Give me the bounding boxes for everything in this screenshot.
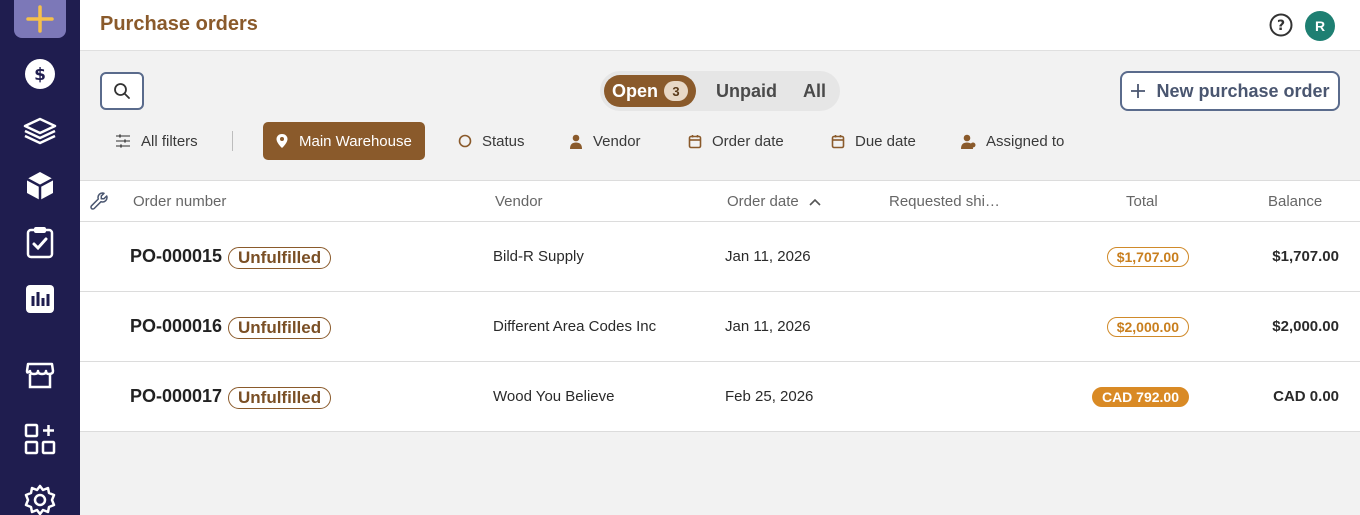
- filter-location[interactable]: Main Warehouse: [263, 122, 425, 160]
- filter-due-date-label: Due date: [855, 132, 916, 150]
- filter-location-label: Main Warehouse: [299, 132, 412, 150]
- column-order-number[interactable]: Order number: [133, 193, 226, 210]
- clipboard-check-icon: [26, 227, 54, 259]
- page-title: Purchase orders: [100, 13, 258, 35]
- table-header: Order number Vendor Order date Requested…: [80, 180, 1360, 222]
- avatar[interactable]: R: [1305, 11, 1335, 41]
- sidebar-item-tasks[interactable]: [14, 222, 66, 262]
- sidebar-item-reports[interactable]: [14, 279, 66, 319]
- svg-text:$: $: [34, 65, 46, 85]
- dollar-icon: $: [25, 59, 55, 89]
- table-row[interactable]: PO-000016 Unfulfilled Different Area Cod…: [80, 292, 1360, 362]
- column-vendor[interactable]: Vendor: [495, 193, 543, 210]
- filter-divider: [232, 131, 233, 151]
- tab-open-count: 3: [664, 81, 688, 101]
- total-badge: $1,707.00: [1106, 247, 1189, 267]
- tab-open[interactable]: Open 3: [604, 75, 696, 107]
- add-button[interactable]: [14, 0, 66, 38]
- status-badge: Unfulfilled: [228, 247, 332, 269]
- top-bar: Purchase orders ? R: [80, 0, 1360, 51]
- all-filters-button[interactable]: All filters: [115, 122, 198, 160]
- new-purchase-order-label: New purchase order: [1156, 80, 1330, 101]
- calendar-icon: [688, 134, 702, 148]
- order-status-tabs: Open 3 Unpaid All: [600, 71, 840, 111]
- purchase-orders-table: Order number Vendor Order date Requested…: [80, 180, 1360, 432]
- box-icon: [26, 172, 54, 200]
- search-button[interactable]: [100, 72, 144, 110]
- order-date: Feb 25, 2026: [725, 388, 814, 405]
- filter-vendor-label: Vendor: [593, 132, 641, 150]
- all-filters-label: All filters: [141, 132, 198, 150]
- order-number[interactable]: PO-000015: [130, 246, 222, 267]
- order-number[interactable]: PO-000017: [130, 386, 222, 407]
- person-icon: [570, 134, 582, 149]
- filter-order-date[interactable]: Order date: [688, 122, 784, 160]
- sort-ascending-icon[interactable]: [809, 198, 821, 206]
- column-requested-ship[interactable]: Requested shi…: [889, 193, 1000, 210]
- svg-text:?: ?: [1277, 18, 1285, 34]
- bar-chart-icon: [26, 285, 54, 313]
- total-badge: CAD 792.00: [1091, 387, 1189, 407]
- apps-add-icon: [24, 423, 56, 455]
- sidebar-item-settings[interactable]: [14, 480, 66, 515]
- filter-due-date[interactable]: Due date: [831, 122, 916, 160]
- column-total[interactable]: Total: [1126, 193, 1158, 210]
- plus-icon: [1131, 84, 1146, 98]
- sidebar-item-apps[interactable]: [14, 419, 66, 459]
- status-badge: Unfulfilled: [228, 387, 332, 409]
- wrench-icon[interactable]: [89, 191, 109, 211]
- add-icon: [26, 5, 54, 33]
- table-row[interactable]: PO-000017 Unfulfilled Wood You Believe F…: [80, 362, 1360, 432]
- vendor-name: Wood You Believe: [493, 388, 615, 405]
- tab-unpaid[interactable]: Unpaid: [716, 81, 777, 102]
- tab-all[interactable]: All: [803, 81, 826, 102]
- balance-value: CAD 0.00: [1273, 388, 1339, 405]
- filter-order-date-label: Order date: [712, 132, 784, 150]
- store-icon: [25, 362, 55, 389]
- layers-icon: [23, 117, 57, 145]
- status-badge: Unfulfilled: [228, 317, 332, 339]
- tab-open-label: Open: [611, 80, 658, 101]
- filter-vendor[interactable]: Vendor: [569, 122, 641, 160]
- column-balance[interactable]: Balance: [1268, 193, 1322, 210]
- table-row[interactable]: PO-000015 Unfulfilled Bild-R Supply Jan …: [80, 222, 1360, 292]
- order-date: Jan 11, 2026: [725, 318, 811, 335]
- search-icon: [114, 83, 130, 99]
- column-order-date[interactable]: Order date: [727, 193, 799, 210]
- order-number[interactable]: PO-000016: [130, 316, 222, 337]
- circle-icon: [458, 134, 472, 148]
- balance-value: $2,000.00: [1272, 318, 1339, 335]
- vendor-name: Different Area Codes Inc: [493, 318, 657, 335]
- gear-icon: [24, 484, 56, 515]
- calendar-icon: [831, 134, 845, 148]
- balance-value: $1,707.00: [1272, 248, 1339, 265]
- order-date: Jan 11, 2026: [725, 248, 811, 265]
- person-assign-icon: [961, 134, 976, 149]
- total-badge: $2,000.00: [1106, 317, 1189, 337]
- location-pin-icon: [276, 134, 288, 148]
- sidebar-item-products[interactable]: [14, 166, 66, 206]
- filter-assigned-to-label: Assigned to: [986, 132, 1065, 150]
- help-icon[interactable]: ?: [1269, 13, 1293, 37]
- sidebar-item-sales[interactable]: $: [14, 54, 66, 94]
- sidebar-item-store[interactable]: [14, 355, 66, 395]
- sidebar: $: [0, 0, 80, 515]
- vendor-name: Bild-R Supply: [493, 248, 584, 265]
- sidebar-item-inventory[interactable]: [14, 111, 66, 151]
- new-purchase-order-button[interactable]: New purchase order: [1120, 71, 1340, 111]
- filter-assigned-to[interactable]: Assigned to: [960, 122, 1064, 160]
- filter-status-label: Status: [482, 132, 525, 150]
- filter-status[interactable]: Status: [458, 122, 525, 160]
- sliders-icon: [116, 134, 130, 148]
